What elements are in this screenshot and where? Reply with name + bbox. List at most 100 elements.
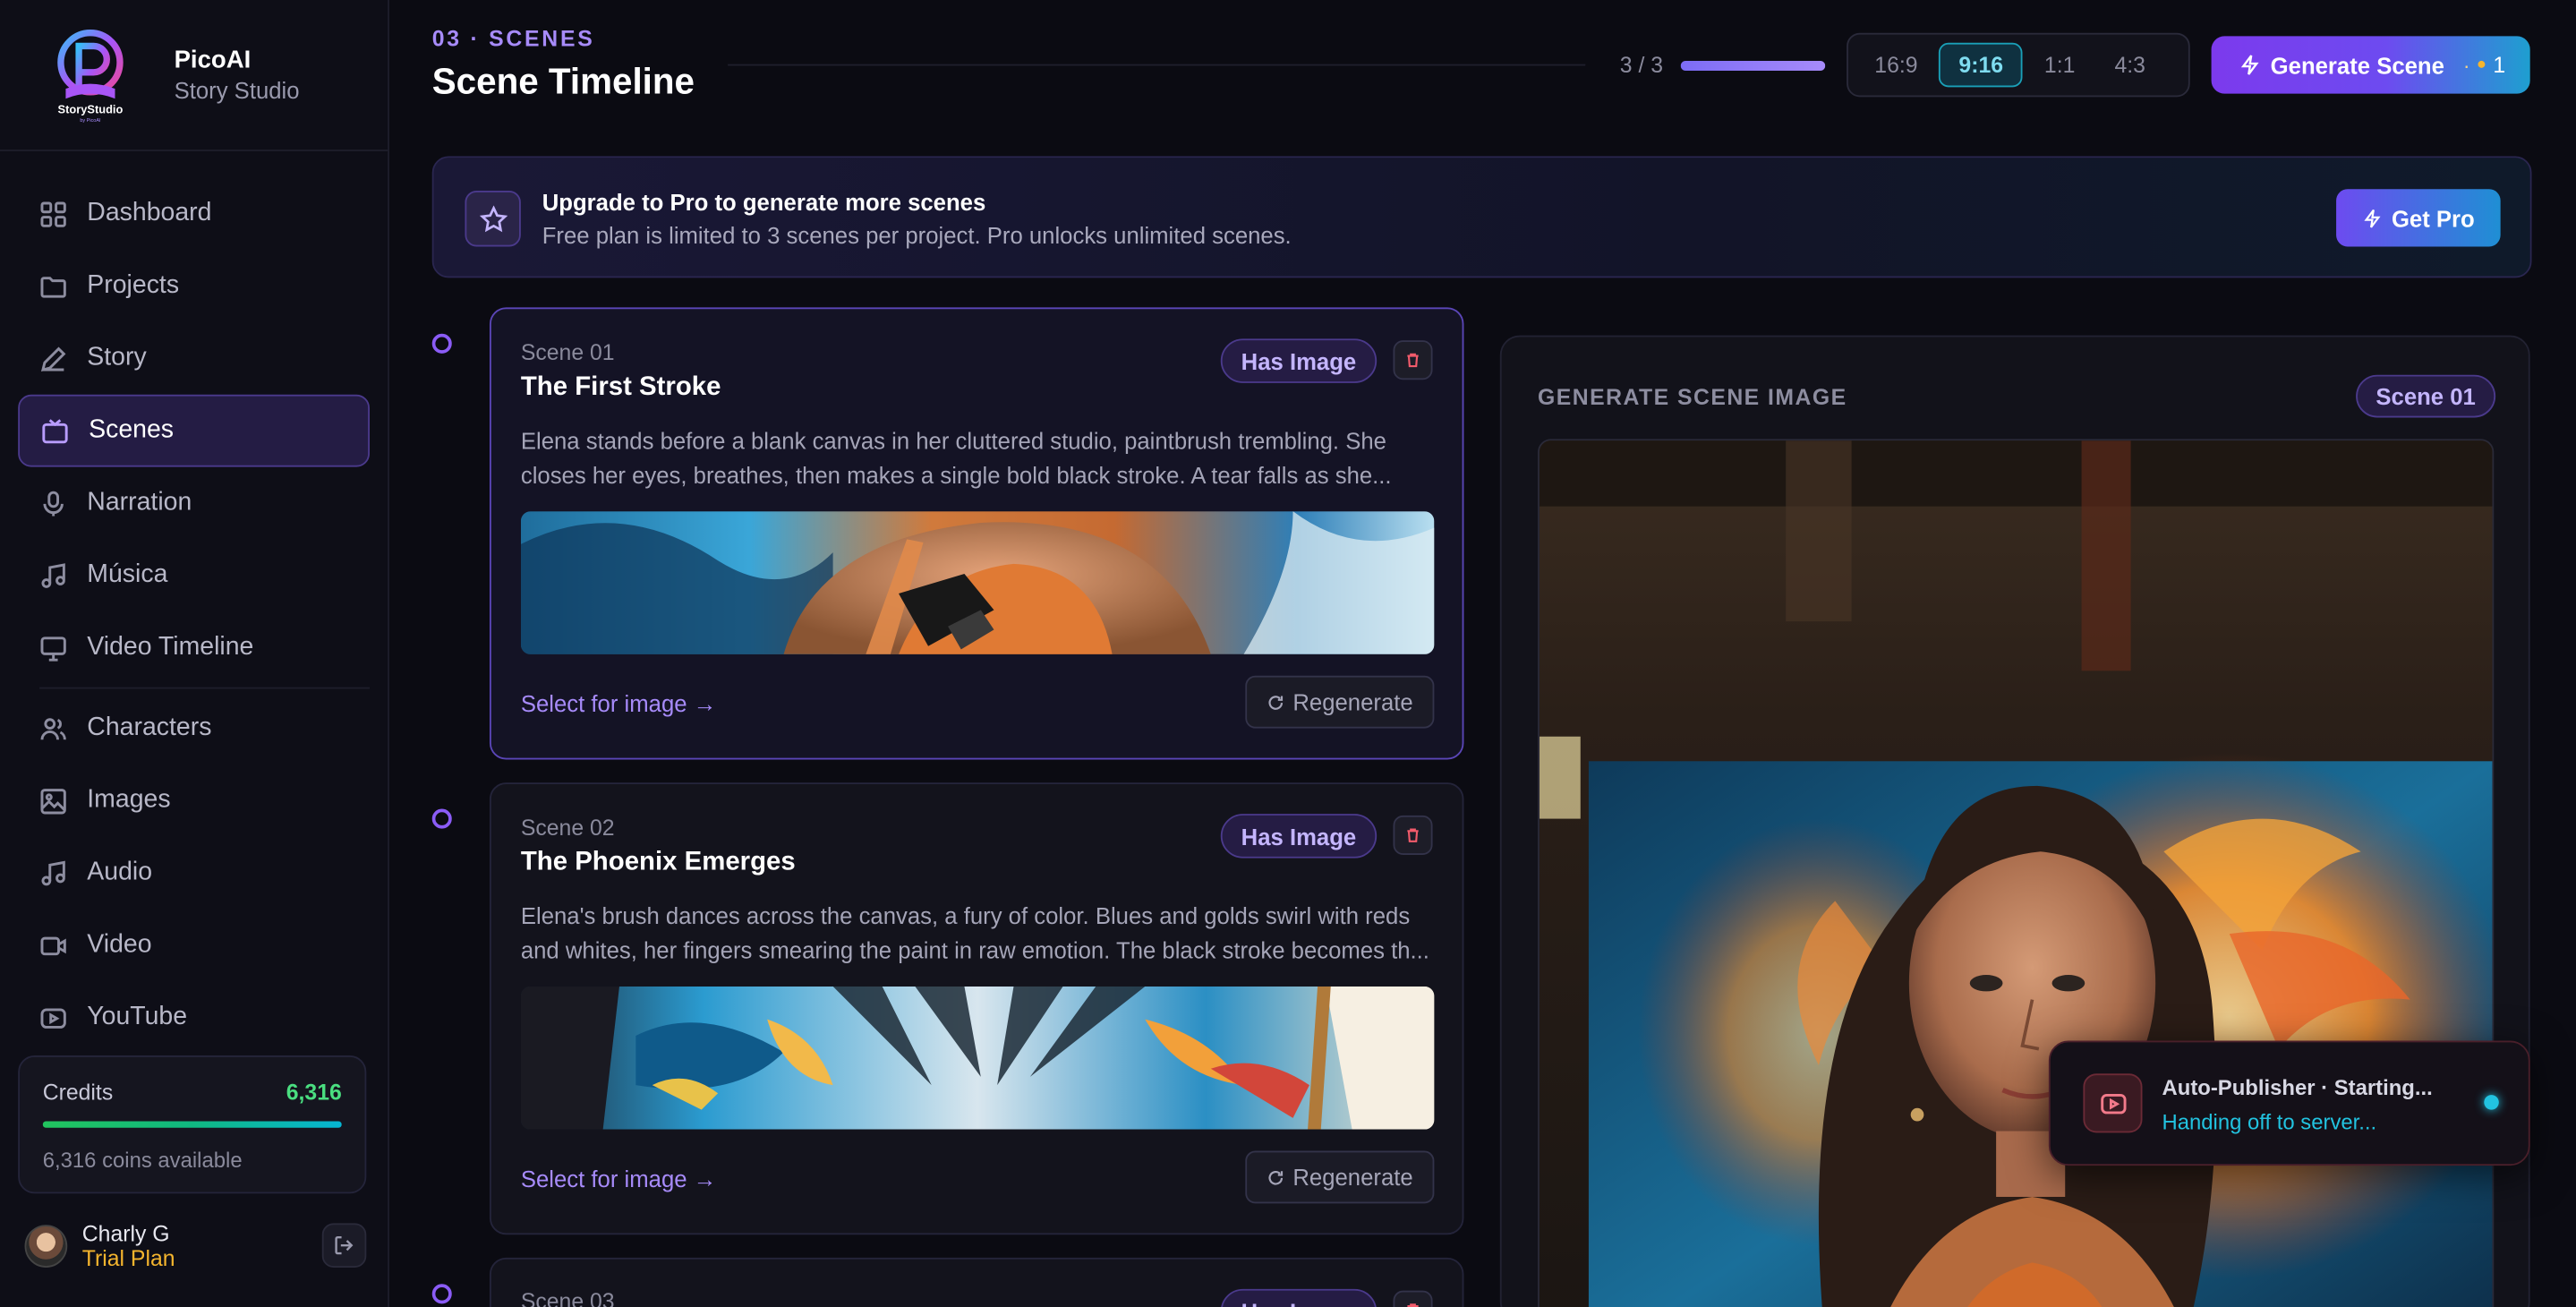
sidebar-item-audio[interactable]: Audio	[18, 837, 370, 910]
sidebar-item-narration[interactable]: Narration	[18, 467, 370, 540]
banner-subtitle: Free plan is limited to 3 scenes per pro…	[542, 221, 1292, 249]
regenerate-label: Regenerate	[1292, 1164, 1413, 1191]
image-icon	[39, 787, 67, 815]
storystudio-logo: StoryStudio by PicoAI	[46, 25, 134, 124]
user-profile[interactable]: Charly G Trial Plan	[24, 1217, 370, 1276]
music-icon	[39, 859, 67, 887]
svg-text:by PicoAI: by PicoAI	[80, 117, 101, 123]
sidebar-item-video[interactable]: Video	[18, 910, 370, 982]
banner-title: Upgrade to Pro to generate more scenes	[542, 189, 986, 216]
ratio-16-9[interactable]: 16:9	[1856, 43, 1936, 88]
tv-icon	[41, 417, 69, 445]
refresh-icon	[1268, 1170, 1283, 1184]
coin-icon: ●	[2476, 56, 2487, 74]
regenerate-button[interactable]: Regenerate	[1245, 1150, 1435, 1204]
scene-image-preview	[1538, 439, 2495, 1307]
regenerate-label: Regenerate	[1292, 688, 1413, 715]
scene-card[interactable]: Scene 02 The Phoenix Emerges Has Image E…	[489, 782, 1464, 1235]
toast-title: Auto-Publisher · Starting...	[2162, 1075, 2433, 1100]
mic-icon	[39, 489, 67, 517]
has-image-badge: Has Image	[1220, 1288, 1378, 1307]
scene-card[interactable]: Scene 01 The First Stroke Has Image Elen…	[489, 307, 1464, 760]
sidebar-item-label: Images	[87, 785, 171, 815]
sidebar-item-label: Video	[87, 930, 152, 959]
sidebar-item-youtube[interactable]: YouTube	[18, 981, 370, 1054]
sidebar-item-scenes[interactable]: Scenes	[18, 394, 370, 467]
sidebar-item-label: Video Timeline	[87, 633, 254, 662]
scene-count: 3 / 3	[1619, 52, 1664, 78]
pen-icon	[39, 345, 67, 372]
credits-progress-fill	[42, 1121, 342, 1128]
auto-publisher-toast[interactable]: Auto-Publisher · Starting... Handing off…	[2048, 1040, 2530, 1166]
delete-scene-button[interactable]	[1393, 815, 1433, 855]
trash-icon	[1407, 1303, 1419, 1307]
sidebar-item-label: Scenes	[89, 415, 175, 444]
scene-description: Elena stands before a blank canvas in he…	[520, 427, 1392, 489]
avatar	[24, 1225, 68, 1268]
refresh-icon	[1268, 695, 1283, 709]
lightning-icon	[2363, 209, 2381, 227]
sidebar: StoryStudio by PicoAI PicoAI Story Studi…	[0, 0, 390, 1307]
sidebar-item-images[interactable]: Images	[18, 765, 370, 837]
trash-icon	[1407, 828, 1419, 842]
has-image-badge: Has Image	[1220, 338, 1378, 383]
select-for-image-link[interactable]: Select for image →	[521, 1166, 717, 1192]
sidebar-divider	[39, 687, 370, 689]
generate-scene-label: Generate Scene	[2270, 51, 2444, 79]
scene-number: Scene 03	[520, 1288, 615, 1307]
scene-thumbnail[interactable]	[520, 511, 1435, 654]
logo-wordmark: StoryStudio	[58, 102, 124, 115]
get-pro-button[interactable]: Get Pro	[2336, 189, 2501, 247]
sidebar-item-projects[interactable]: Projects	[18, 250, 370, 322]
panel-scene-badge: Scene 01	[2356, 374, 2496, 418]
panel-title: GENERATE SCENE IMAGE	[1538, 384, 1847, 410]
scene-thumbnail[interactable]	[520, 986, 1435, 1130]
credits-label: Credits	[42, 1080, 114, 1106]
user-name: Charly G	[81, 1221, 170, 1247]
timeline-dot	[431, 808, 452, 829]
step-eyebrow: 03 · SCENES	[431, 26, 595, 51]
scene-title: The First Stroke	[520, 372, 721, 402]
scene-card[interactable]: Scene 03 Has Image	[489, 1257, 1464, 1307]
ratio-4-3[interactable]: 4:3	[2096, 43, 2163, 88]
scene-number: Scene 02	[520, 815, 615, 841]
youtube-icon	[39, 1004, 67, 1031]
user-plan: Trial Plan	[81, 1246, 175, 1271]
delete-scene-button[interactable]	[1393, 1290, 1433, 1307]
sidebar-item-label: Projects	[87, 271, 180, 300]
users-icon	[39, 714, 67, 742]
ratio-1-1[interactable]: 1:1	[2026, 43, 2094, 88]
page-title: Scene Timeline	[431, 60, 695, 102]
generate-cost-value: 1	[2493, 52, 2506, 78]
sidebar-item-label: YouTube	[87, 1003, 188, 1031]
sidebar-item-dashboard[interactable]: Dashboard	[18, 177, 370, 250]
aspect-ratio-selector: 16:9 9:16 1:1 4:3	[1847, 32, 2190, 98]
app-name: PicoAI	[174, 46, 252, 74]
logout-icon	[335, 1236, 354, 1255]
brand[interactable]: StoryStudio by PicoAI PicoAI Story Studi…	[0, 0, 388, 151]
header-divider	[728, 64, 1586, 66]
delete-scene-button[interactable]	[1393, 340, 1433, 380]
select-for-image-link[interactable]: Select for image →	[521, 690, 717, 716]
sidebar-item-story[interactable]: Story	[18, 322, 370, 395]
sidebar-item-characters[interactable]: Characters	[18, 692, 370, 765]
logout-button[interactable]	[321, 1223, 367, 1268]
ratio-9-16[interactable]: 9:16	[1939, 42, 2024, 88]
folder-icon	[39, 272, 67, 300]
sidebar-item-label: Música	[87, 560, 168, 589]
generate-scene-button[interactable]: Generate Scene · ● 1	[2211, 36, 2530, 94]
sidebar-item-label: Story	[87, 343, 147, 372]
get-pro-label: Get Pro	[2391, 204, 2475, 232]
upgrade-banner: Upgrade to Pro to generate more scenes F…	[431, 156, 2532, 278]
regenerate-button[interactable]: Regenerate	[1245, 675, 1435, 729]
credits-panel: Credits 6,316 6,316 coins available	[18, 1055, 367, 1194]
timeline-dot	[431, 1284, 452, 1304]
scene-progress-fill	[1680, 60, 1826, 71]
star-icon	[465, 191, 521, 247]
sidebar-item-label: Characters	[87, 713, 212, 742]
credits-value: 6,316	[286, 1080, 342, 1106]
scene-description: Elena's brush dances across the canvas, …	[520, 902, 1429, 964]
scene-number: Scene 01	[520, 340, 615, 365]
sidebar-item-musica[interactable]: Música	[18, 539, 370, 611]
sidebar-item-video-timeline[interactable]: Video Timeline	[18, 611, 370, 684]
